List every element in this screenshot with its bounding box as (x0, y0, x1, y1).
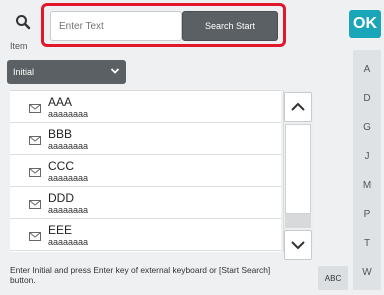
list-item-name: DDD (48, 191, 74, 205)
index-letter[interactable]: P (353, 209, 381, 220)
chevron-down-icon (110, 66, 120, 78)
list-item-name: AAA (48, 95, 73, 109)
abc-toggle-button[interactable]: ABC (318, 266, 348, 290)
index-letter[interactable]: D (353, 93, 381, 104)
index-letter[interactable]: W (353, 267, 381, 278)
filter-dropdown-value: Initial (13, 67, 35, 77)
list-item-name: CCC (48, 159, 74, 173)
index-letter[interactable]: T (353, 238, 381, 249)
filter-dropdown[interactable]: Initial (7, 60, 126, 84)
chevron-up-icon (291, 102, 305, 111)
scrollbar-thumb[interactable] (285, 124, 311, 214)
mail-icon (29, 100, 41, 118)
chevron-down-icon (291, 241, 305, 250)
list-item-name: EEE (48, 223, 73, 237)
scrollbar-lower-track (285, 214, 311, 228)
list-item[interactable]: BBB aaaaaaaa (10, 123, 281, 155)
list-item-name: BBB (48, 127, 73, 141)
ok-button[interactable]: OK (349, 10, 381, 38)
list-item[interactable]: AAA aaaaaaaa (10, 91, 281, 123)
list-item-sub: aaaaaaaa (48, 109, 89, 119)
list-item[interactable]: EEE aaaaaaaa (10, 219, 281, 251)
list-item-sub: aaaaaaaa (48, 173, 89, 183)
index-letter[interactable]: J (353, 151, 381, 162)
list-item-sub: aaaaaaaa (48, 141, 89, 151)
list-item-sub: aaaaaaaa (48, 205, 89, 215)
instruction-text: Enter Initial and press Enter key of ext… (10, 265, 271, 285)
list-item-sub: aaaaaaaa (48, 237, 89, 247)
alphabet-index: A D G J M P T W (353, 50, 381, 290)
scroll-down-button[interactable] (284, 230, 312, 260)
scroll-up-button[interactable] (284, 92, 312, 122)
mail-icon (29, 228, 41, 246)
search-start-button[interactable]: Search Start (182, 11, 278, 41)
mail-icon (29, 164, 41, 182)
list-item[interactable]: CCC aaaaaaaa (10, 155, 281, 187)
mail-icon (29, 196, 41, 214)
index-letter[interactable]: G (353, 122, 381, 133)
item-list: AAA aaaaaaaa BBB aaaaaaaa CCC aaaaaaaa D… (10, 90, 281, 252)
mail-icon (29, 132, 41, 150)
search-icon[interactable] (6, 8, 40, 36)
item-label: Item (10, 41, 28, 51)
list-item[interactable]: DDD aaaaaaaa (10, 187, 281, 219)
index-letter[interactable]: M (353, 180, 381, 191)
search-input[interactable] (50, 11, 182, 41)
index-letter[interactable]: A (353, 64, 381, 75)
